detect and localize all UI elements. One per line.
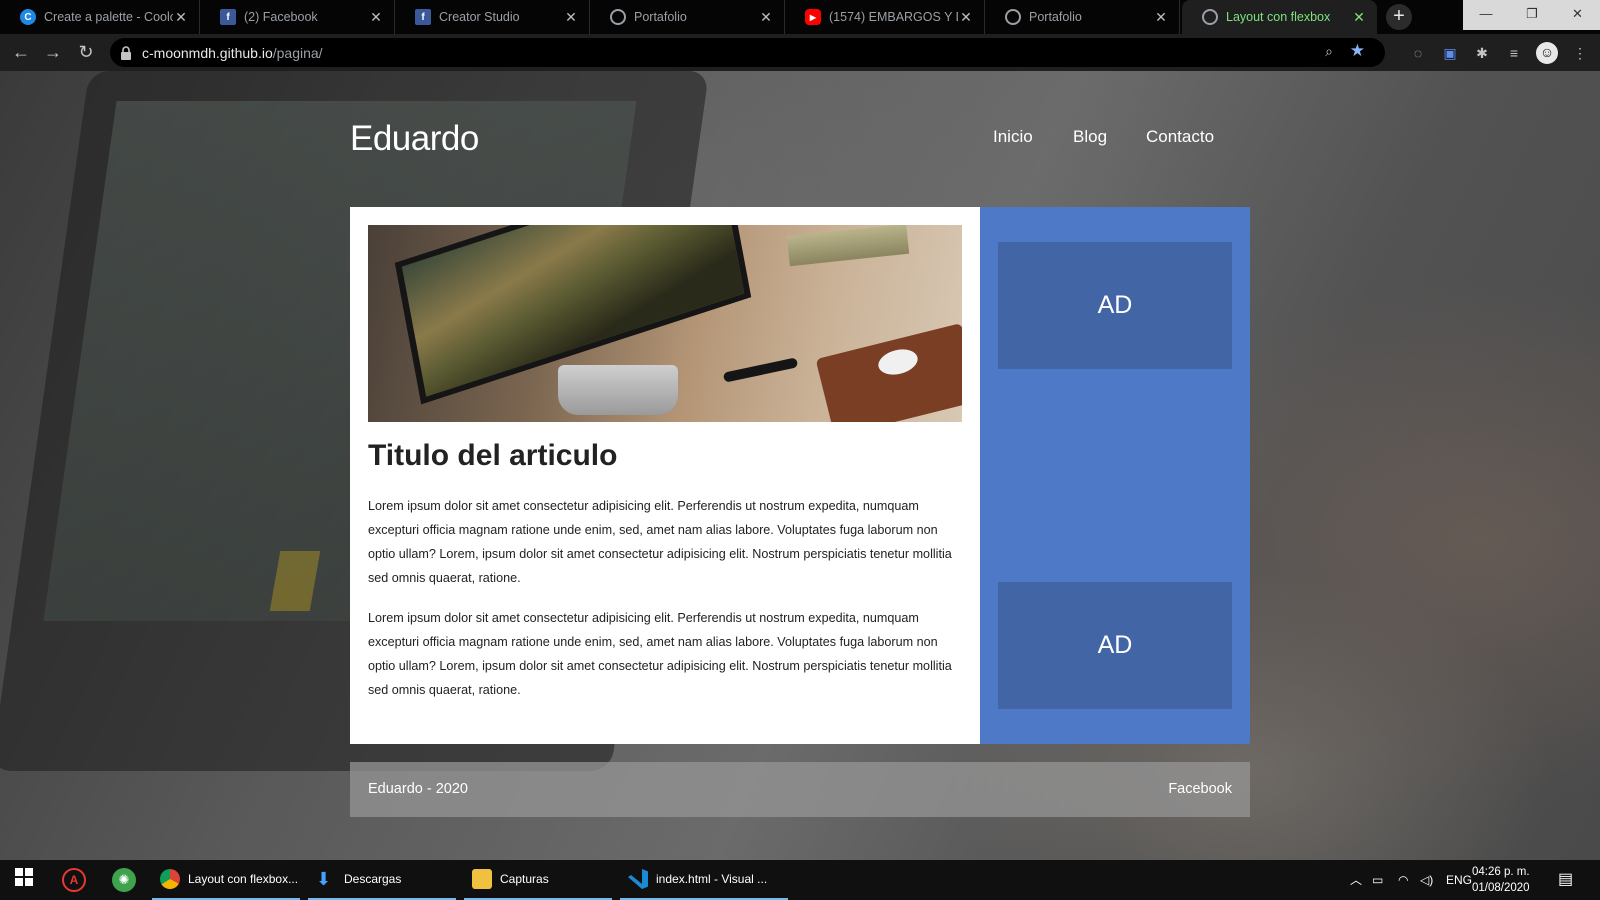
article-paragraph: Lorem ipsum dolor sit amet consectetur a… — [368, 611, 952, 697]
avast-icon[interactable]: A — [62, 868, 86, 892]
clock[interactable]: 04:26 p. m. 01/08/2020 — [1472, 864, 1530, 896]
tab-portafolio[interactable]: Portafolio ✕ — [590, 0, 785, 34]
minimize-button[interactable]: — — [1463, 0, 1509, 30]
taskbar-app-chrome[interactable]: Layout con flexbox... — [152, 860, 300, 900]
facebook-icon: f — [220, 9, 236, 25]
youtube-icon: ▶ — [805, 9, 821, 25]
maximize-button[interactable]: ❐ — [1509, 0, 1555, 30]
article-paragraph: Lorem ipsum dolor sit amet consectetur a… — [368, 499, 952, 585]
close-window-button[interactable]: ✕ — [1555, 0, 1600, 30]
url-host: c-moonmdh.github.io — [142, 44, 273, 61]
tab-creator-studio[interactable]: f Creator Studio ✕ — [395, 0, 590, 34]
image-books — [786, 225, 910, 267]
taskbar-app-vscode[interactable]: index.html - Visual ... — [620, 860, 788, 900]
volume-icon[interactable]: ◁) — [1420, 860, 1433, 900]
extension-cast-icon[interactable]: ▣ — [1440, 43, 1460, 63]
nav-link-inicio[interactable]: Inicio — [993, 127, 1033, 147]
clock-time: 04:26 p. m. — [1472, 866, 1530, 878]
close-icon[interactable]: ✕ — [1153, 9, 1169, 25]
footer-copyright: Eduardo - 2020 — [368, 781, 468, 797]
tab-title: Portafolio — [634, 10, 687, 24]
battery-icon[interactable]: ▭ — [1372, 860, 1383, 900]
tab-youtube[interactable]: ▶ (1574) EMBARGOS Y DESAHUCIOS ✕ — [785, 0, 985, 34]
taskbar-app-label: index.html - Visual ... — [656, 872, 768, 886]
close-icon[interactable]: ✕ — [1351, 9, 1367, 25]
media-queue-icon[interactable]: ≡ — [1504, 43, 1524, 63]
taskbar-app-label: Layout con flexbox... — [188, 872, 299, 886]
browser-toolbar: ← → ↻ c-moonmdh.github.io/pagina/ ⌕ ★ ◌ … — [0, 34, 1600, 71]
profile-avatar[interactable]: ☺ — [1536, 42, 1558, 64]
nav-link-contacto[interactable]: Contacto — [1146, 127, 1214, 147]
tab-title: Create a palette - Coolors — [44, 10, 173, 24]
chrome-icon — [160, 869, 180, 889]
page-viewport: Eduardo Inicio Blog Contacto Titulo del … — [0, 71, 1600, 860]
close-icon[interactable]: ✕ — [758, 9, 774, 25]
sidebar: AD AD — [980, 207, 1250, 744]
lock-icon — [121, 45, 131, 60]
back-icon[interactable]: ← — [10, 41, 32, 63]
tab-title: Portafolio — [1029, 10, 1082, 24]
image-monitor-stand — [558, 365, 678, 415]
tab-title: Creator Studio — [439, 10, 520, 24]
wifi-icon[interactable]: ◠ — [1398, 860, 1408, 900]
close-icon[interactable]: ✕ — [173, 9, 189, 25]
zoom-icon[interactable]: ⌕ — [1325, 43, 1333, 60]
image-pen — [722, 357, 799, 383]
taskbar-app-capturas[interactable]: Capturas — [464, 860, 612, 900]
atom-icon[interactable]: ✺ — [112, 868, 136, 892]
bookmark-star-icon[interactable]: ★ — [1350, 41, 1365, 61]
tab-title: (1574) EMBARGOS Y DESAHUCIOS — [829, 10, 958, 24]
globe-icon — [610, 9, 626, 25]
article-image — [368, 225, 962, 422]
site-title[interactable]: Eduardo — [350, 119, 479, 159]
taskbar-app-label: Capturas — [500, 872, 549, 886]
reload-icon[interactable]: ↻ — [75, 41, 97, 63]
ad-box[interactable]: AD — [998, 242, 1232, 369]
tab-title: Layout con flexbox — [1226, 10, 1331, 24]
close-icon[interactable]: ✕ — [368, 9, 384, 25]
globe-icon — [1005, 9, 1021, 25]
browser-tab-strip: C Create a palette - Coolors ✕ f (2) Fac… — [0, 0, 1600, 34]
notifications-icon[interactable]: ▤ — [1558, 860, 1573, 900]
footer-facebook-link[interactable]: Facebook — [1168, 781, 1232, 797]
nav-link-blog[interactable]: Blog — [1073, 127, 1107, 147]
facebook-icon: f — [415, 9, 431, 25]
folder-icon — [472, 869, 492, 889]
url-path: /pagina/ — [272, 44, 323, 61]
taskbar-app-label: Descargas — [344, 872, 402, 886]
article-card: Titulo del articulo Lorem ipsum dolor si… — [350, 207, 980, 744]
address-bar[interactable]: c-moonmdh.github.io/pagina/ ⌕ ★ — [110, 38, 1385, 67]
article-title: Titulo del articulo — [368, 439, 618, 472]
extensions-puzzle-icon[interactable]: ✱ — [1472, 43, 1492, 63]
coolors-icon: C — [20, 9, 36, 25]
tab-layout-flexbox[interactable]: Layout con flexbox ✕ — [1182, 0, 1377, 34]
close-icon[interactable]: ✕ — [958, 9, 974, 25]
tab-facebook[interactable]: f (2) Facebook ✕ — [200, 0, 395, 34]
ad-box[interactable]: AD — [998, 582, 1232, 709]
page-footer: Eduardo - 2020 Facebook — [350, 762, 1250, 817]
tab-portafolio-2[interactable]: Portafolio ✕ — [985, 0, 1180, 34]
tray-chevron-icon[interactable]: ︿ — [1350, 860, 1362, 900]
globe-icon — [1202, 9, 1218, 25]
clock-date: 01/08/2020 — [1472, 882, 1530, 894]
vscode-icon — [628, 869, 648, 889]
new-tab-button[interactable]: + — [1386, 4, 1412, 30]
taskbar-app-descargas[interactable]: ⬇ Descargas — [308, 860, 456, 900]
tab-title: (2) Facebook — [244, 10, 318, 24]
windows-taskbar: A ✺ Layout con flexbox... ⬇ Descargas Ca… — [0, 860, 1600, 900]
tab-coolors[interactable]: C Create a palette - Coolors ✕ — [0, 0, 200, 34]
download-icon: ⬇ — [316, 869, 332, 889]
language-indicator[interactable]: ENG — [1446, 860, 1472, 900]
windows-start-icon[interactable] — [12, 868, 36, 892]
close-icon[interactable]: ✕ — [563, 9, 579, 25]
forward-icon[interactable]: → — [42, 41, 64, 63]
menu-kebab-icon[interactable]: ⋮ — [1570, 43, 1590, 63]
extension-eye-icon[interactable]: ◌ — [1408, 43, 1428, 63]
